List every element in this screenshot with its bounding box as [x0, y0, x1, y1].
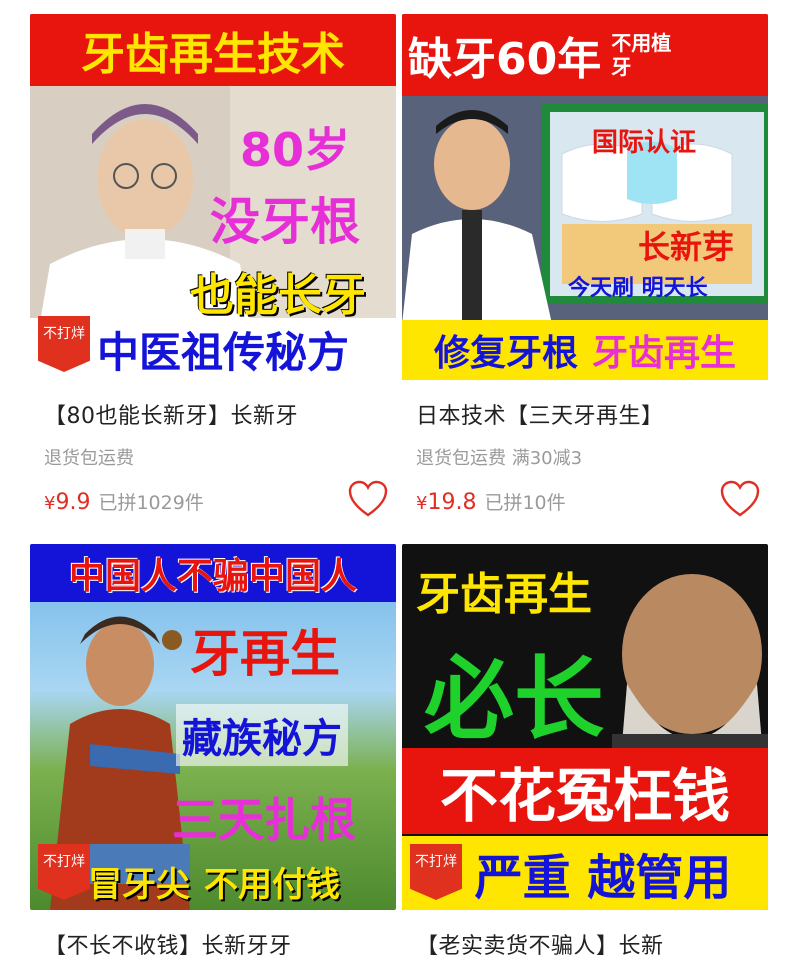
product-tags: 退货包运费	[44, 448, 134, 469]
product-image-2[interactable]: 缺牙60年 不用植牙 国际认证 长新芽 今天刷 明天长 修复牙根 牙齿再生	[402, 14, 768, 380]
product-title[interactable]: 【老实卖货不骗人】长新	[416, 928, 664, 960]
currency-symbol: ¥	[416, 493, 428, 514]
stamp-badge: 不打烊	[38, 844, 90, 900]
banner-top: 牙齿再生技术	[30, 14, 396, 86]
banner-bottom: 修复牙根 牙齿再生	[402, 320, 768, 380]
banner-bottom-right: 牙齿再生	[592, 333, 737, 374]
overlay-line-2: 藏族秘方	[176, 704, 348, 766]
overlay-cert: 国际认证	[592, 128, 697, 158]
currency-symbol: ¥	[44, 493, 56, 514]
sold-count: 已拼1029件	[98, 492, 204, 514]
product-image-1[interactable]: 牙齿再生技术 80岁 没牙根 也能长牙 中医祖传秘方 不打烊	[30, 14, 396, 380]
banner-top-side: 不用植牙	[611, 31, 672, 79]
price-value: 9.9	[55, 490, 91, 515]
price-row: ¥19.8 已拼10件	[416, 488, 566, 515]
banner-top: 中国人不骗中国人	[30, 544, 396, 602]
banner-mid: 不花冤枉钱	[402, 748, 768, 834]
heart-outline-icon[interactable]	[348, 480, 388, 520]
banner-bottom-right: 不用付钱	[204, 864, 340, 905]
overlay-big: 必长	[424, 647, 604, 752]
product-title[interactable]: 【不长不收钱】长新牙牙	[44, 928, 292, 960]
overlay-line-2: 没牙根	[210, 193, 360, 251]
product-card-2[interactable]: 缺牙60年 不用植牙 国际认证 长新芽 今天刷 明天长 修复牙根 牙齿再生 日本…	[402, 14, 768, 534]
overlay-brush: 今天刷 明天长	[568, 276, 708, 301]
product-image-4[interactable]: 牙齿再生 必长 不花冤枉钱 严重 越管用 不打烊	[402, 544, 768, 910]
overlay-top: 牙齿再生	[416, 569, 592, 620]
price-row: ¥9.9 已拼1029件	[44, 488, 204, 515]
heart-outline-icon[interactable]	[720, 480, 760, 520]
overlay-line-3: 也能长牙	[190, 270, 366, 321]
product-title[interactable]: 日本技术【三天牙再生】	[416, 398, 664, 430]
overlay-line-1: 80岁	[240, 123, 351, 177]
stamp-badge: 不打烊	[410, 844, 462, 900]
overlay-grow: 长新芽	[638, 228, 735, 266]
stamp-badge: 不打烊	[38, 316, 90, 372]
overlay-line-3: 三天扎根	[172, 793, 356, 847]
product-image-3[interactable]: 中国人不骗中国人 牙再生 藏族秘方 三天扎根 冒牙尖 不用付钱 不打烊	[30, 544, 396, 910]
banner-bottom-left: 冒牙尖	[88, 864, 190, 905]
product-card-4[interactable]: 牙齿再生 必长 不花冤枉钱 严重 越管用 不打烊 【老实卖货不骗人】长新	[402, 544, 768, 974]
banner-top-main: 缺牙60年	[408, 34, 602, 85]
price-value: 19.8	[427, 490, 477, 515]
product-title[interactable]: 【80也能长新牙】长新牙	[44, 398, 298, 430]
overlay-line-1: 牙再生	[190, 625, 340, 683]
product-card-1[interactable]: 牙齿再生技术 80岁 没牙根 也能长牙 中医祖传秘方 不打烊 【80也能长新牙】…	[30, 14, 396, 534]
sold-count: 已拼10件	[484, 492, 566, 514]
banner-bottom-left: 修复牙根	[433, 333, 578, 374]
banner-top: 缺牙60年 不用植牙	[402, 14, 768, 96]
product-card-3[interactable]: 中国人不骗中国人 牙再生 藏族秘方 三天扎根 冒牙尖 不用付钱 不打烊 【不长不…	[30, 544, 396, 974]
product-tags: 退货包运费 满30减3	[416, 448, 583, 469]
